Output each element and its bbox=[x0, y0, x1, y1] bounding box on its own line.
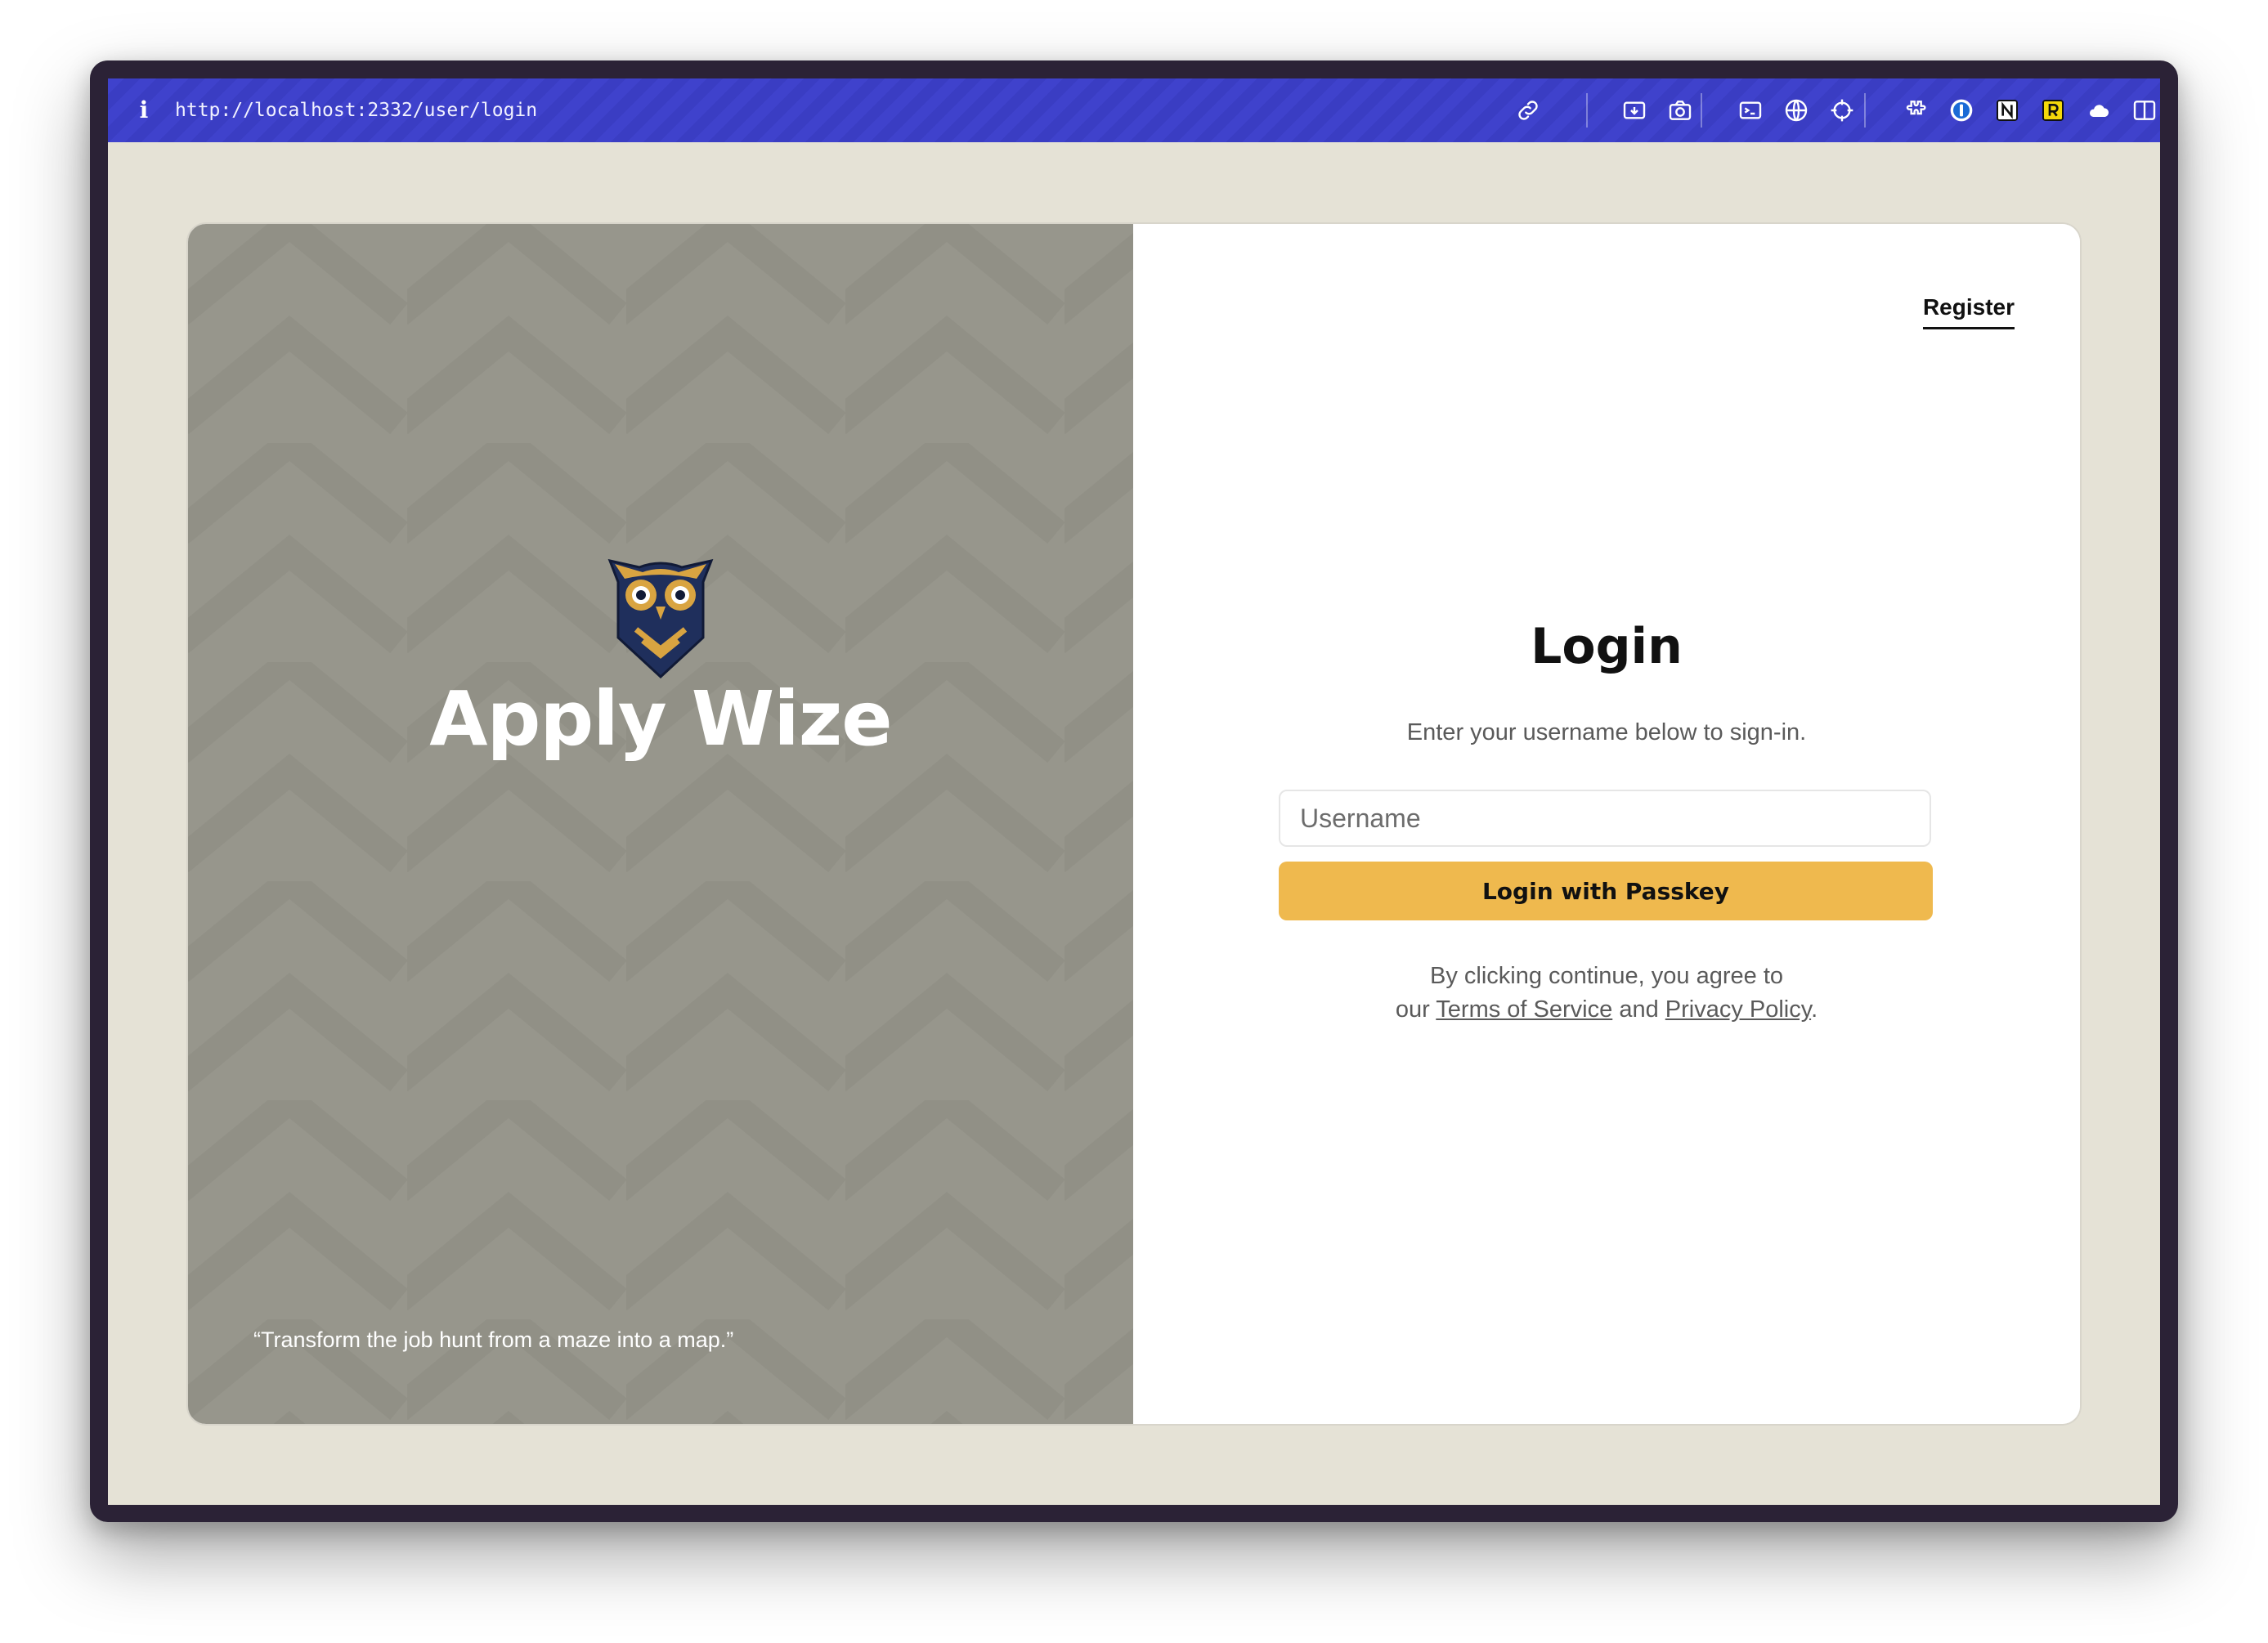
terms-prefix: our bbox=[1395, 996, 1430, 1023]
info-icon[interactable]: i bbox=[134, 96, 154, 124]
login-panel: Register Login Enter your username below… bbox=[1133, 224, 2080, 1424]
brand-tagline: “Transform the job hunt from a maze into… bbox=[253, 1327, 734, 1352]
toolbar-divider bbox=[1586, 93, 1588, 128]
terms-of-service-link[interactable]: Terms of Service bbox=[1436, 996, 1612, 1023]
onepassword-icon[interactable] bbox=[1946, 95, 1977, 126]
terms-suffix: . bbox=[1811, 996, 1818, 1023]
puzzle-icon[interactable] bbox=[1900, 95, 1931, 126]
crosshair-icon[interactable] bbox=[1827, 95, 1858, 126]
notion-icon[interactable] bbox=[1992, 95, 2023, 126]
cloud-icon[interactable] bbox=[2083, 95, 2114, 126]
globe-icon[interactable] bbox=[1781, 95, 1812, 126]
owl-logo bbox=[607, 559, 714, 678]
toolbar-divider bbox=[1701, 93, 1702, 128]
brand-panel: Apply Wize “Transform the job hunt from … bbox=[188, 224, 1133, 1424]
terms-and: and bbox=[1619, 996, 1659, 1023]
page-title: Login bbox=[1531, 618, 1683, 675]
browser-window: i http://localhost:2332/user/login Apply… bbox=[108, 78, 2160, 1505]
login-passkey-button[interactable]: Login with Passkey bbox=[1279, 862, 1933, 920]
username-input[interactable] bbox=[1279, 790, 1931, 847]
brand-name: Apply Wize bbox=[429, 675, 892, 763]
browser-toolbar: i http://localhost:2332/user/login bbox=[108, 78, 2160, 142]
screenshot-area-icon[interactable] bbox=[1619, 95, 1650, 126]
chevron-pattern bbox=[188, 224, 1133, 1424]
terminal-icon[interactable] bbox=[1735, 95, 1766, 126]
register-link[interactable]: Register bbox=[1922, 294, 2015, 329]
privacy-policy-link[interactable]: Privacy Policy bbox=[1665, 996, 1811, 1023]
r-extension-icon[interactable] bbox=[2037, 95, 2069, 126]
link-icon[interactable] bbox=[1513, 95, 1544, 126]
address-bar[interactable]: http://localhost:2332/user/login bbox=[175, 96, 537, 124]
sidebar-icon[interactable] bbox=[2129, 95, 2160, 126]
terms-notice: By clicking continue, you agree to our T… bbox=[1133, 960, 2080, 1027]
camera-icon[interactable] bbox=[1665, 95, 1696, 126]
login-subtitle: Enter your username below to sign-in. bbox=[1406, 719, 1807, 745]
toolbar-divider bbox=[1864, 93, 1866, 128]
login-card: Apply Wize “Transform the job hunt from … bbox=[188, 224, 2080, 1424]
terms-line-1: By clicking continue, you agree to bbox=[1429, 963, 1784, 989]
